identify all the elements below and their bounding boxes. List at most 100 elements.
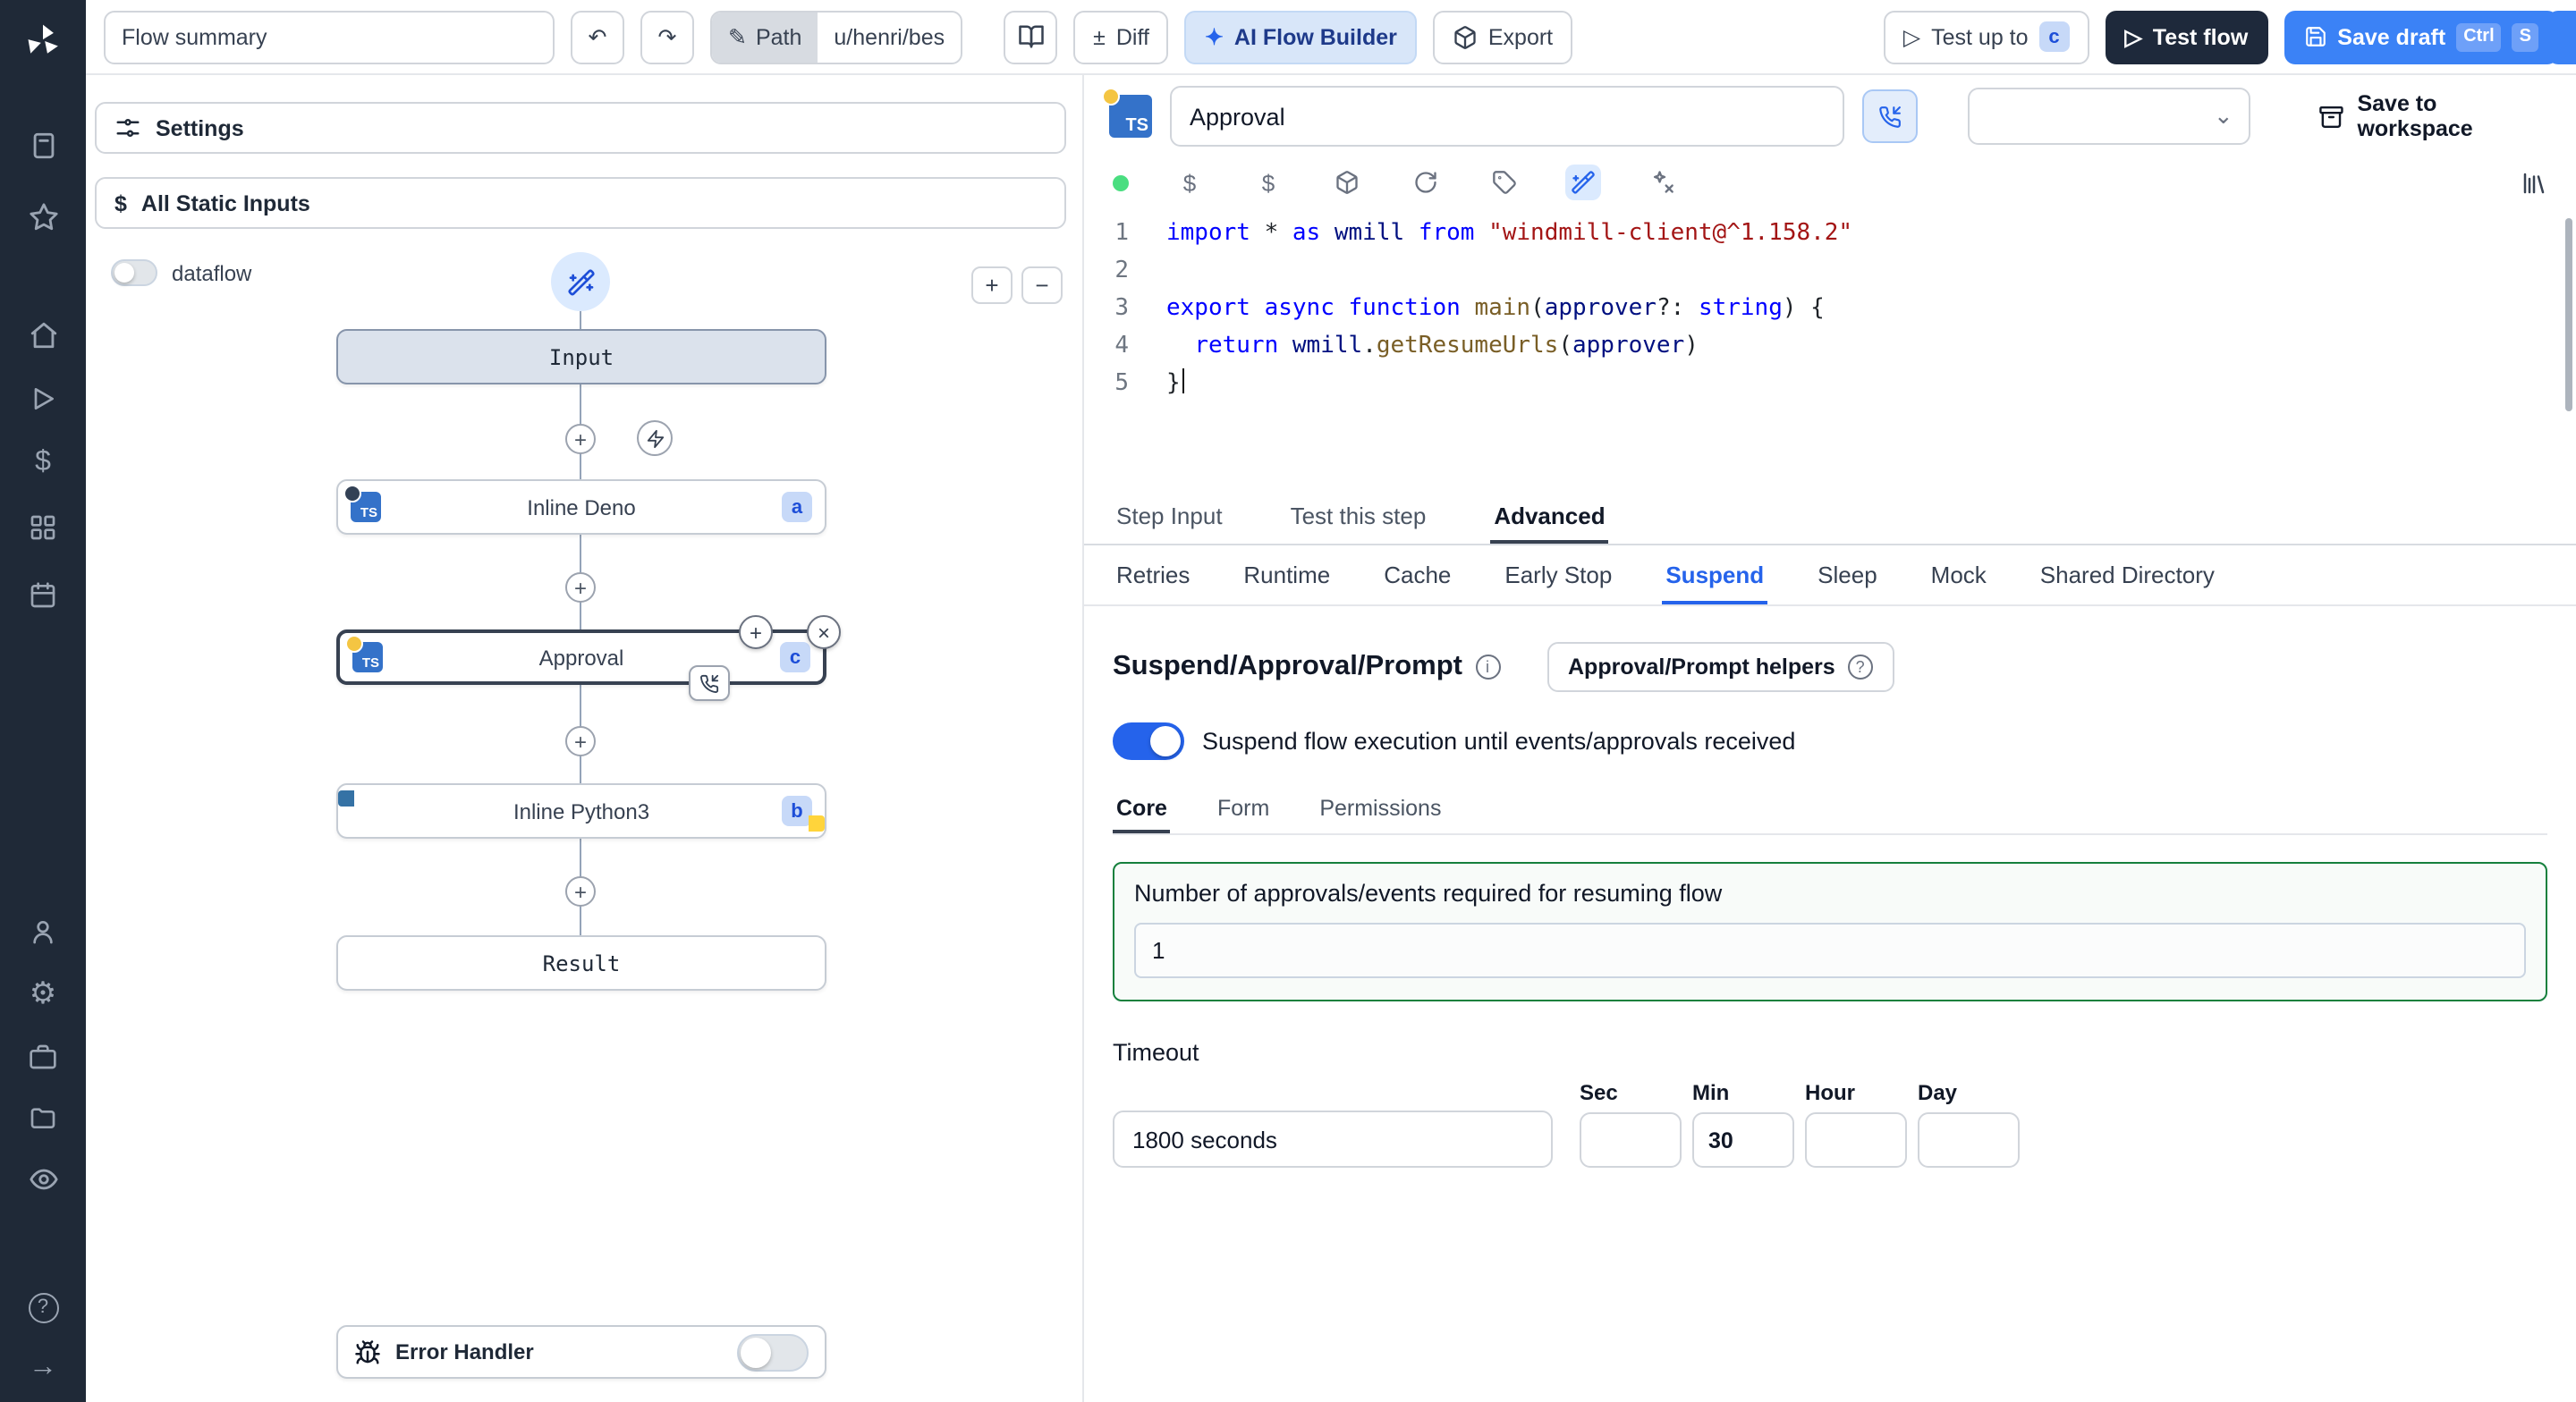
delete-step-button[interactable]: × bbox=[807, 615, 841, 649]
variables-icon[interactable]: $ bbox=[0, 440, 86, 486]
suspend-toggle-label: Suspend flow execution until events/appr… bbox=[1202, 728, 1796, 755]
code-line-5[interactable]: 5} bbox=[1084, 365, 2576, 402]
audit-eye-icon[interactable] bbox=[0, 1155, 86, 1202]
subtab-retries[interactable]: Retries bbox=[1113, 545, 1193, 604]
collapse-rail-icon[interactable]: → bbox=[0, 1345, 86, 1391]
all-static-inputs-button[interactable]: $ All Static Inputs bbox=[95, 177, 1066, 229]
timeout-hour-input[interactable] bbox=[1805, 1112, 1907, 1168]
timeout-day-input[interactable] bbox=[1918, 1112, 2020, 1168]
help-icon: ? bbox=[1847, 655, 1873, 680]
path-group[interactable]: ✎ Path u/henri/bes bbox=[710, 10, 963, 63]
zoom-out-button[interactable]: − bbox=[1021, 266, 1063, 304]
insert-step-button[interactable]: + bbox=[565, 572, 596, 603]
redo-button[interactable]: ↷ bbox=[640, 10, 694, 63]
suspend-tab-core[interactable]: Core bbox=[1113, 785, 1171, 833]
save-draft-button[interactable]: Save draft Ctrl S bbox=[2284, 10, 2558, 63]
insert-step-button[interactable]: + bbox=[565, 876, 596, 907]
subtab-suspend[interactable]: Suspend bbox=[1662, 545, 1767, 604]
flow-settings-button[interactable]: Settings bbox=[95, 102, 1066, 154]
editor-scrollbar[interactable] bbox=[2565, 218, 2572, 411]
suspend-toggle[interactable] bbox=[1113, 722, 1184, 760]
suspend-tab-form[interactable]: Form bbox=[1214, 785, 1273, 833]
dependencies-icon[interactable] bbox=[1329, 165, 1365, 200]
code-line-4[interactable]: 4 return wmill.getResumeUrls(approver) bbox=[1084, 327, 2576, 365]
sliders-icon bbox=[116, 119, 140, 137]
line-number: 1 bbox=[1114, 220, 1129, 247]
approvals-required-input[interactable] bbox=[1134, 923, 2526, 978]
undo-button[interactable]: ↶ bbox=[571, 10, 624, 63]
info-icon[interactable]: i bbox=[1475, 655, 1500, 680]
library-icon[interactable] bbox=[2521, 169, 2547, 196]
tab-advanced[interactable]: Advanced bbox=[1490, 490, 1608, 544]
approval-prompt-helpers-button[interactable]: Approval/Prompt helpers ? bbox=[1546, 642, 1894, 692]
subtab-mock[interactable]: Mock bbox=[1928, 545, 1990, 604]
error-handler-row[interactable]: Error Handler bbox=[336, 1325, 826, 1379]
reload-icon[interactable] bbox=[1408, 165, 1444, 200]
users-icon[interactable] bbox=[0, 908, 86, 955]
path-edit-chip[interactable]: ✎ Path bbox=[712, 12, 818, 62]
approval-phone-button[interactable] bbox=[1861, 89, 1918, 143]
test-up-to-button[interactable]: ▷ Test up to c bbox=[1883, 10, 2089, 63]
ai-wand-button[interactable] bbox=[551, 252, 610, 311]
suspend-phone-icon[interactable] bbox=[689, 665, 730, 701]
timeout-sec-input[interactable] bbox=[1580, 1112, 1682, 1168]
bolt-icon bbox=[646, 428, 664, 448]
deploy-button-partial[interactable] bbox=[2547, 11, 2576, 64]
timeout-min-input[interactable] bbox=[1692, 1112, 1794, 1168]
apps-icon[interactable] bbox=[0, 122, 86, 168]
input-node[interactable]: Input bbox=[336, 329, 826, 384]
dataflow-toggle[interactable] bbox=[111, 259, 157, 286]
trigger-bolt-button[interactable] bbox=[637, 420, 673, 456]
tag-icon[interactable] bbox=[1487, 165, 1522, 200]
settings-gear-icon[interactable]: ⚙ bbox=[0, 969, 86, 1016]
inline-python-node[interactable]: Inline Python3 b bbox=[336, 783, 826, 839]
script-version-dropdown[interactable]: ⌄ bbox=[1967, 88, 2251, 145]
resources-icon[interactable] bbox=[0, 504, 86, 551]
result-node[interactable]: Result bbox=[336, 935, 826, 991]
workers-icon[interactable] bbox=[0, 1034, 86, 1080]
subtab-cache[interactable]: Cache bbox=[1380, 545, 1454, 604]
ai-flow-builder-button[interactable]: ✦ AI Flow Builder bbox=[1184, 10, 1417, 63]
diff-button[interactable]: ± Diff bbox=[1073, 10, 1169, 63]
suspend-tab-permissions[interactable]: Permissions bbox=[1316, 785, 1445, 833]
variable-picker-icon[interactable]: $ bbox=[1172, 165, 1208, 200]
subtab-early-stop[interactable]: Early Stop bbox=[1501, 545, 1615, 604]
schedules-calendar-icon[interactable] bbox=[0, 572, 86, 619]
ai-reset-icon[interactable] bbox=[1644, 165, 1680, 200]
save-to-workspace-button[interactable]: Save to workspace bbox=[2319, 91, 2551, 141]
tab-step-input[interactable]: Step Input bbox=[1113, 490, 1226, 544]
subtab-runtime[interactable]: Runtime bbox=[1240, 545, 1334, 604]
code-line-1[interactable]: 1 import * as wmill from "windmill-client… bbox=[1084, 215, 2576, 252]
sparkle-icon: ✦ bbox=[1204, 25, 1224, 50]
ai-generate-icon[interactable] bbox=[1565, 165, 1601, 200]
diff-icon: ± bbox=[1093, 24, 1106, 49]
windmill-logo[interactable] bbox=[0, 18, 86, 64]
code-line-2[interactable]: 2 bbox=[1084, 252, 2576, 290]
tab-test-this-step[interactable]: Test this step bbox=[1287, 490, 1430, 544]
docs-button[interactable] bbox=[1004, 10, 1058, 63]
insert-step-button[interactable]: + bbox=[565, 726, 596, 756]
folders-icon[interactable] bbox=[0, 1094, 86, 1141]
insert-branch-button[interactable]: + bbox=[739, 615, 773, 649]
favorites-star-icon[interactable] bbox=[0, 193, 86, 240]
flow-summary-input[interactable] bbox=[104, 10, 555, 63]
timeout-seconds-input[interactable] bbox=[1113, 1111, 1553, 1168]
inline-deno-node[interactable]: TS Inline Deno a bbox=[336, 479, 826, 535]
context-variable-icon[interactable]: $ bbox=[1250, 165, 1286, 200]
approval-node[interactable]: TS Approval c + × bbox=[336, 615, 841, 701]
error-handler-toggle[interactable] bbox=[737, 1333, 809, 1371]
insert-step-button[interactable]: + bbox=[565, 424, 596, 454]
code-line-3[interactable]: 3 export async function main(approver?: s… bbox=[1084, 290, 2576, 327]
help-icon[interactable]: ? bbox=[0, 1284, 86, 1330]
emoji-overlay-icon bbox=[1102, 88, 1120, 106]
archive-icon bbox=[2319, 105, 2344, 128]
runs-icon[interactable] bbox=[0, 376, 86, 422]
subtab-shared-directory[interactable]: Shared Directory bbox=[2037, 545, 2218, 604]
step-name-input[interactable] bbox=[1170, 86, 1844, 147]
export-button[interactable]: Export bbox=[1432, 10, 1573, 63]
home-icon[interactable] bbox=[0, 311, 86, 358]
zoom-in-button[interactable]: + bbox=[971, 266, 1013, 304]
subtab-sleep[interactable]: Sleep bbox=[1814, 545, 1881, 604]
code-editor[interactable]: 1 import * as wmill from "windmill-client… bbox=[1084, 207, 2576, 490]
test-flow-button[interactable]: ▷ Test flow bbox=[2105, 10, 2268, 63]
